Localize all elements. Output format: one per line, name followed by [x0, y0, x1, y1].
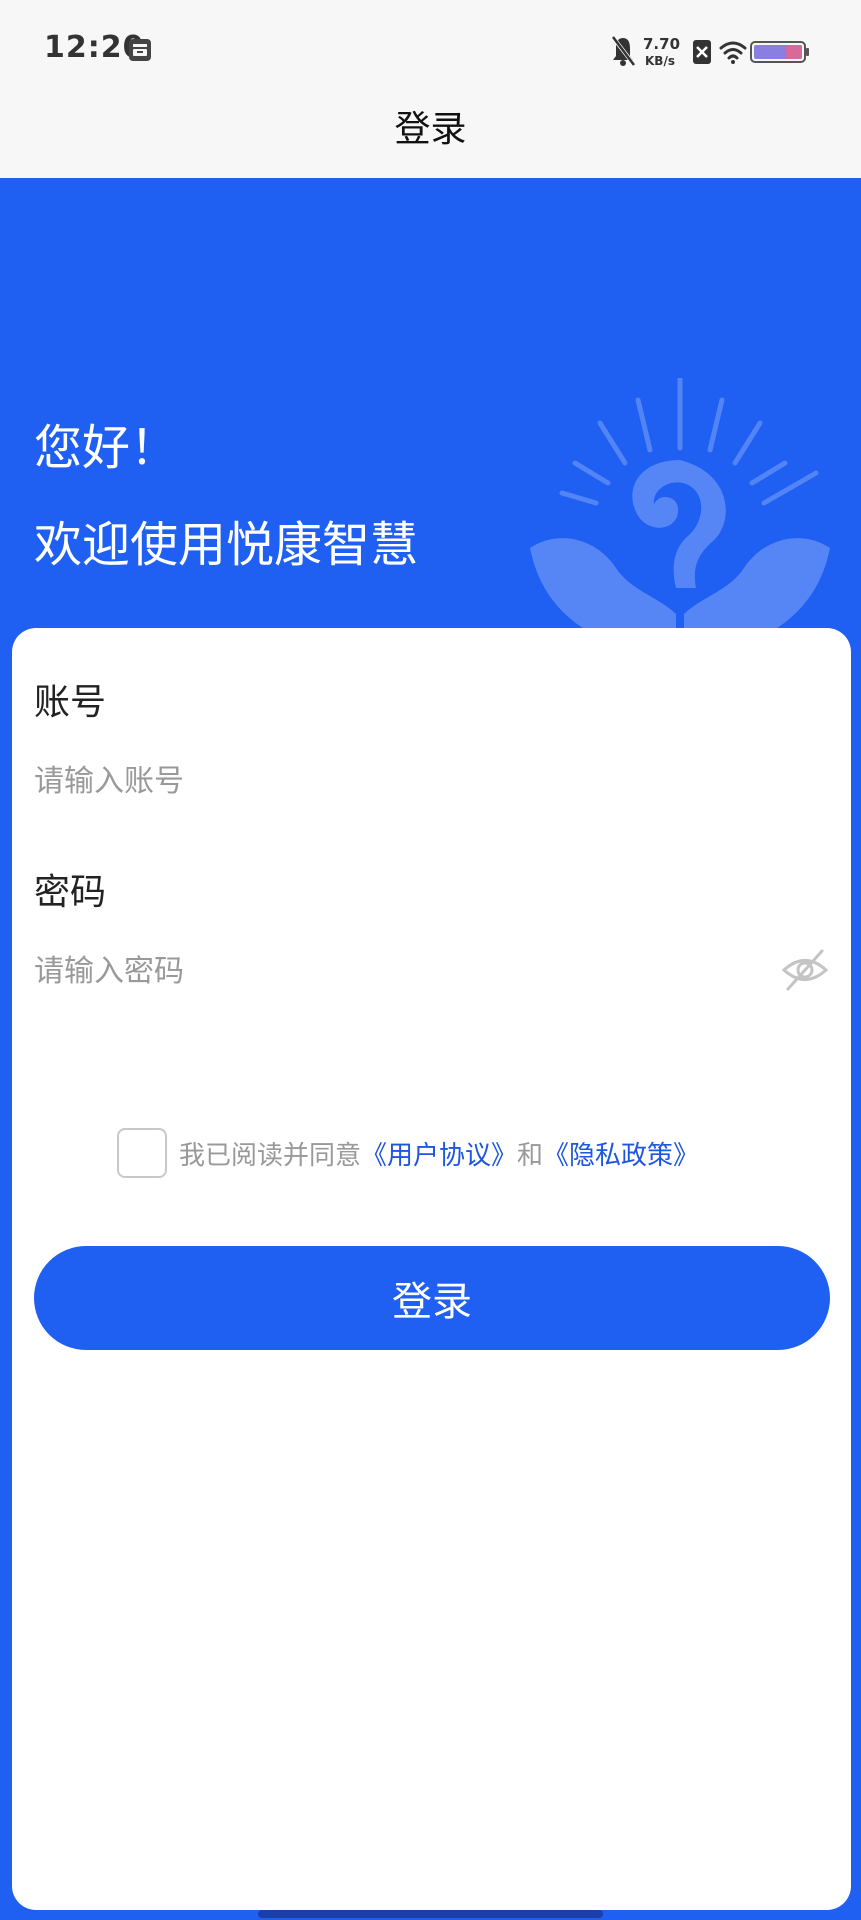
login-button[interactable]: 登录: [34, 1246, 830, 1350]
app-notification-icon: [129, 39, 151, 61]
agreement-checkbox[interactable]: [117, 1128, 167, 1178]
password-visibility-toggle-icon[interactable]: [780, 945, 830, 995]
agreement-prefix: 我已阅读并同意: [179, 1140, 362, 1171]
password-input[interactable]: [34, 946, 754, 996]
battery-icon: [750, 41, 809, 63]
app-logo-watermark: [530, 378, 830, 628]
welcome-text: 欢迎使用悦康智慧: [34, 517, 419, 573]
net-speed-value: 7.70: [643, 35, 680, 53]
greeting-text: 您好！: [34, 420, 179, 476]
privacy-policy-link[interactable]: 《隐私政策》: [543, 1135, 699, 1172]
status-bar: 12:20 7.70 KB/s: [0, 0, 861, 100]
sim-off-icon: [693, 40, 711, 64]
status-icons: 7.70 KB/s: [610, 32, 821, 72]
login-card: 账号 密码 我已阅读并同意 《用户协议》 和 《隐私政策》 登录: [12, 628, 851, 1910]
agreement-row: 我已阅读并同意 《用户协议》 和 《隐私政策》: [117, 1126, 699, 1180]
wifi-icon: [719, 41, 747, 64]
home-indicator[interactable]: [258, 1910, 603, 1918]
net-speed-unit: KB/s: [645, 54, 675, 68]
nav-bar: 登录: [0, 100, 861, 178]
hero-banner: 您好！ 欢迎使用悦康智慧: [0, 178, 861, 628]
mute-icon: [610, 34, 637, 68]
account-input[interactable]: [34, 756, 754, 806]
user-agreement-link[interactable]: 《用户协议》: [361, 1135, 517, 1172]
password-label: 密码: [34, 872, 107, 913]
account-label: 账号: [34, 682, 107, 723]
page-title: 登录: [394, 109, 467, 150]
agreement-conjunction: 和: [517, 1140, 544, 1171]
